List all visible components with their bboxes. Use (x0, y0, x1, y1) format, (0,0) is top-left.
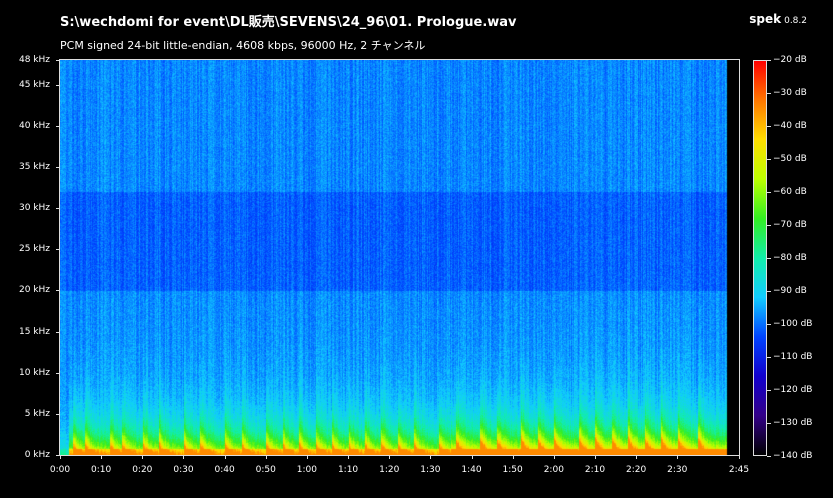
db-tick-mark (767, 60, 771, 61)
time-tick-mark (553, 455, 555, 459)
time-tick-mark (594, 455, 596, 459)
freq-tick-mark (56, 84, 60, 86)
freq-tick-label: 45 kHz (18, 79, 50, 90)
db-tick-mark (767, 291, 771, 292)
freq-tick-label: 15 kHz (18, 326, 50, 337)
freq-tick-label: 20 kHz (18, 285, 50, 296)
time-tick-mark (60, 455, 61, 459)
time-tick-mark (636, 455, 638, 459)
db-tick-label: −140 dB (773, 451, 813, 461)
db-tick-mark (767, 93, 771, 94)
db-tick-label: −110 dB (773, 352, 813, 362)
time-tick-mark (101, 455, 103, 459)
time-tick-label: 0:00 (49, 465, 71, 475)
file-path-title: S:\wechdomi for event\DL販売\SEVENS\24_96\… (60, 15, 517, 30)
freq-tick-mark (56, 290, 60, 292)
freq-tick-mark (56, 413, 60, 415)
db-tick-label: −40 dB (773, 121, 807, 131)
colorbar (753, 60, 767, 456)
time-tick-mark (183, 455, 185, 459)
time-tick-label: 1:10 (337, 465, 359, 475)
freq-tick-mark (56, 166, 60, 168)
freq-tick-label: 35 kHz (18, 161, 50, 172)
time-tick-mark (224, 455, 226, 459)
time-tick-label: 0:40 (214, 465, 235, 475)
time-tick-label: 2:30 (667, 465, 688, 475)
time-tick-label: 2:10 (584, 465, 606, 475)
db-tick-mark (767, 423, 771, 424)
time-tick-label: 2:00 (543, 465, 564, 475)
time-tick-label: 2:20 (626, 465, 647, 475)
time-tick-mark (265, 455, 267, 459)
freq-tick-mark (56, 331, 60, 333)
db-tick-mark (767, 225, 771, 226)
time-tick-mark (348, 455, 350, 459)
time-tick-label: 1:00 (296, 465, 318, 475)
db-tick-label: −60 dB (773, 187, 807, 197)
freq-tick-label: 10 kHz (18, 367, 50, 378)
db-tick-mark (767, 258, 771, 259)
db-tick-mark (767, 159, 771, 160)
freq-tick-label: 5 kHz (24, 408, 50, 419)
app-brand: spek 0.8.2 (749, 12, 807, 26)
db-tick-mark (767, 192, 771, 193)
time-tick-mark (739, 455, 740, 459)
db-tick-mark (767, 390, 771, 391)
db-tick-label: −90 dB (773, 286, 807, 296)
db-tick-label: −120 dB (773, 385, 813, 395)
db-tick-label: −20 dB (773, 55, 807, 65)
db-tick-mark (767, 456, 771, 457)
freq-tick-label: 0 kHz (24, 450, 50, 460)
app-name: spek (749, 12, 782, 26)
time-tick-mark (677, 455, 679, 459)
freq-tick-mark (56, 372, 60, 374)
time-tick-mark (471, 455, 473, 459)
app-version: 0.8.2 (784, 16, 807, 26)
file-info-text: PCM signed 24-bit little-endian, 4608 kb… (60, 39, 426, 52)
db-tick-label: −80 dB (773, 253, 807, 263)
freq-tick-label: 40 kHz (18, 120, 50, 131)
db-tick-label: −50 dB (773, 154, 807, 164)
freq-tick-mark (56, 60, 60, 61)
time-tick-label: 0:50 (255, 465, 276, 475)
freq-tick-label: 30 kHz (18, 203, 50, 214)
db-tick-label: −130 dB (773, 418, 813, 428)
freq-tick-mark (56, 208, 60, 210)
db-tick-label: −100 dB (773, 319, 813, 329)
time-tick-label: 0:20 (132, 465, 153, 475)
time-tick-label: 1:50 (502, 465, 523, 475)
time-tick-label: 2:45 (728, 465, 750, 475)
time-tick-label: 0:30 (173, 465, 194, 475)
time-tick-mark (430, 455, 432, 459)
spectrogram-canvas[interactable] (60, 60, 739, 455)
time-tick-label: 1:40 (461, 465, 482, 475)
db-tick-label: −30 dB (773, 88, 807, 98)
freq-tick-label: 48 kHz (18, 55, 50, 65)
time-tick-label: 1:20 (379, 465, 400, 475)
db-tick-mark (767, 357, 771, 358)
db-tick-mark (767, 126, 771, 127)
freq-tick-mark (56, 249, 60, 251)
time-tick-label: 1:30 (420, 465, 441, 475)
time-tick-mark (306, 455, 308, 459)
freq-tick-mark (56, 125, 60, 127)
db-tick-label: −70 dB (773, 220, 807, 230)
time-tick-mark (142, 455, 144, 459)
freq-tick-label: 25 kHz (18, 244, 50, 255)
spectrogram-plot[interactable] (59, 59, 740, 456)
time-tick-mark (389, 455, 391, 459)
time-tick-label: 0:10 (91, 465, 112, 475)
db-tick-mark (767, 324, 771, 325)
time-tick-mark (512, 455, 514, 459)
